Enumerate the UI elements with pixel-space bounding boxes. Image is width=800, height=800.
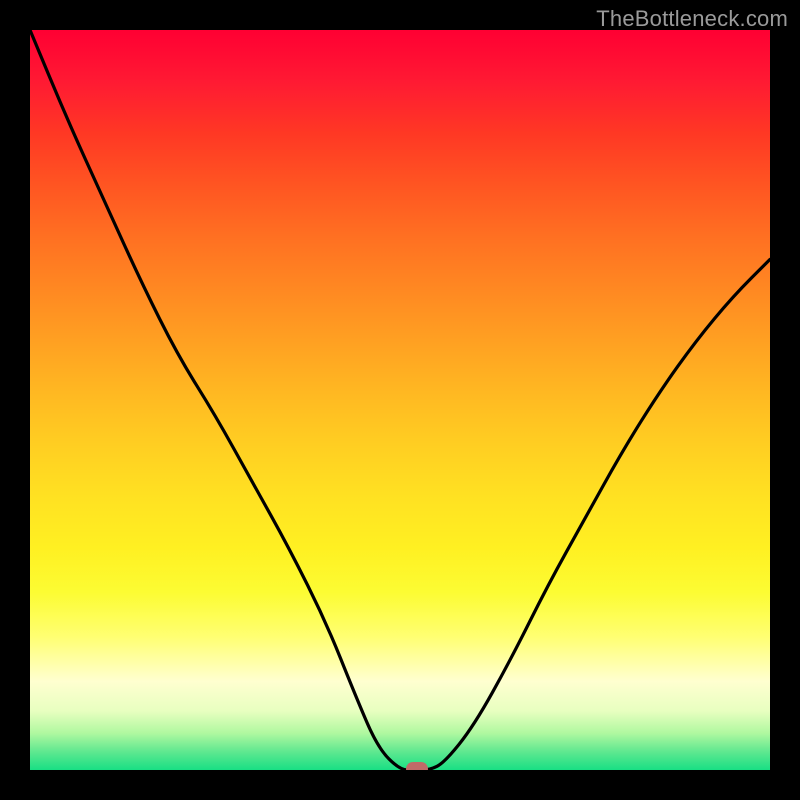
watermark-text: TheBottleneck.com [596, 6, 788, 32]
chart-container: TheBottleneck.com [0, 0, 800, 800]
curve-svg [30, 30, 770, 770]
bottleneck-curve [30, 30, 770, 770]
plot-area [30, 30, 770, 770]
